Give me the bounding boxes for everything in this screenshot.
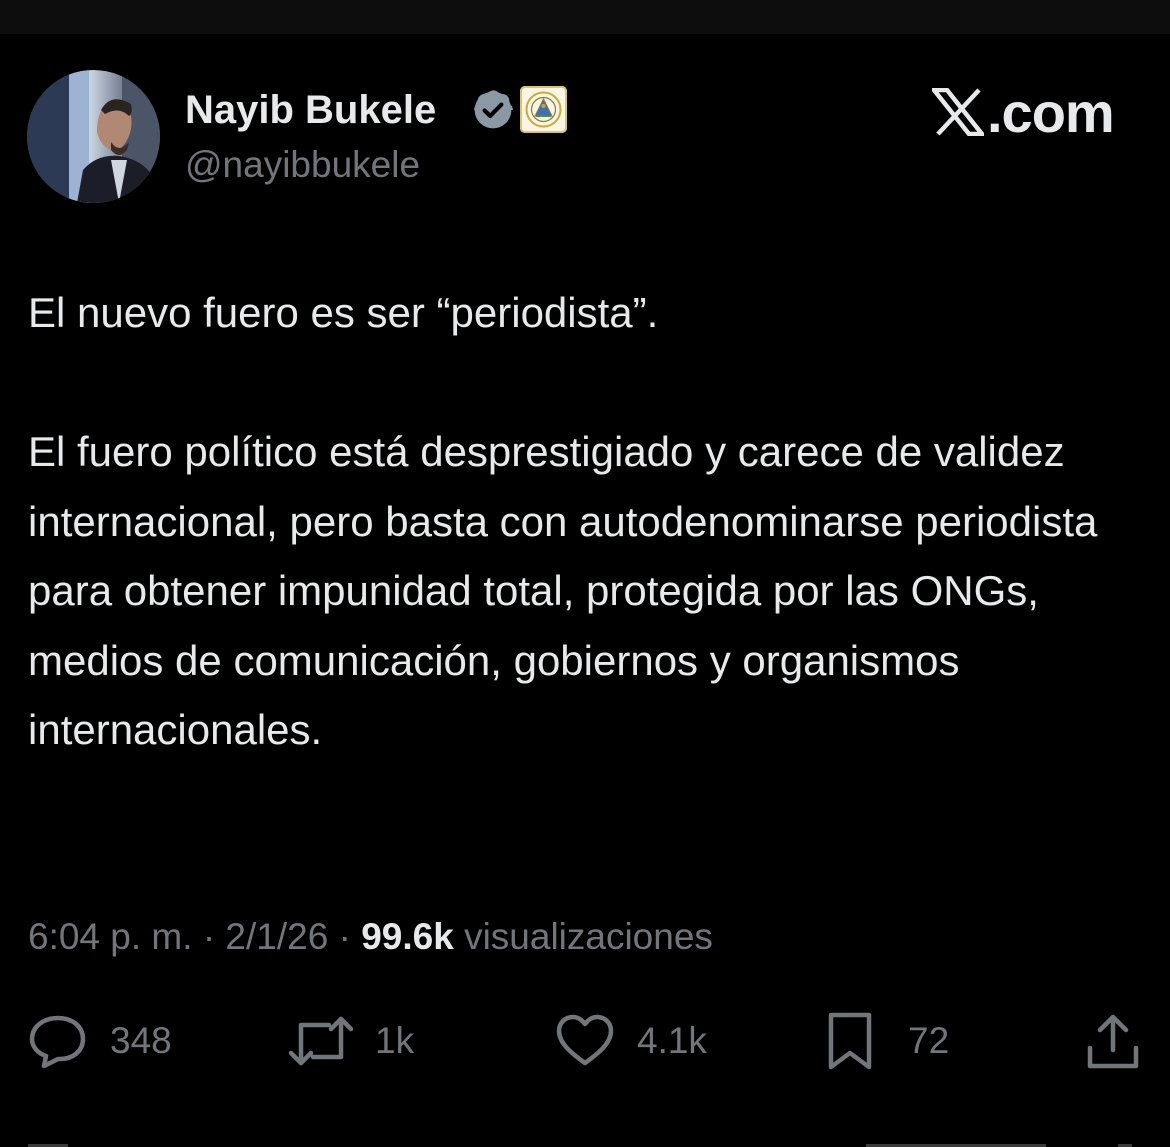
cropped-next-row — [28, 1136, 1138, 1147]
tweet-meta: 6:04 p. m. · 2/1/26 · 99.6k visualizacio… — [28, 914, 713, 960]
like-count: 4.1k — [637, 1020, 707, 1061]
reply-button[interactable]: 348 — [28, 1006, 172, 1076]
avatar[interactable] — [27, 70, 160, 203]
share-icon — [1087, 1014, 1139, 1069]
reply-icon — [29, 1015, 86, 1069]
tweet-date[interactable]: 2/1/26 — [225, 916, 328, 957]
site-label: .com — [987, 80, 1115, 144]
action-bar: 348 1k 4.1k 72 — [0, 1006, 1170, 1076]
x-logo-icon — [932, 88, 984, 136]
tweet-text: El nuevo fuero es ser “periodista”. El f… — [28, 278, 1148, 765]
tweet-paragraph: El fuero político está desprestigiado y … — [28, 428, 1098, 753]
display-name[interactable]: Nayib Bukele — [185, 86, 436, 134]
repost-button[interactable]: 1k — [287, 1006, 414, 1076]
el-salvador-seal-icon[interactable] — [520, 86, 567, 133]
views-count: 99.6k — [361, 916, 454, 957]
like-button[interactable]: 4.1k — [555, 1006, 707, 1076]
meta-separator: · — [338, 916, 351, 957]
tweet-time[interactable]: 6:04 p. m. — [28, 916, 193, 957]
share-button[interactable] — [1085, 1006, 1141, 1076]
bookmark-count: 72 — [908, 1020, 950, 1061]
bookmark-icon — [828, 1012, 872, 1070]
profile-photo — [27, 70, 160, 203]
reply-count: 348 — [110, 1020, 172, 1061]
heart-icon — [556, 1014, 614, 1066]
verified-badge-icon[interactable] — [472, 89, 514, 131]
top-strip — [0, 0, 1170, 34]
tweet-paragraph: El nuevo fuero es ser “periodista”. — [28, 289, 659, 336]
repost-icon — [288, 1016, 354, 1066]
repost-count: 1k — [375, 1020, 415, 1061]
x-brand-logo: .com — [932, 80, 1115, 144]
meta-separator: · — [202, 916, 216, 957]
views-label: visualizaciones — [464, 916, 713, 957]
handle[interactable]: @nayibbukele — [185, 142, 420, 188]
bookmark-button[interactable]: 72 — [826, 1006, 949, 1076]
